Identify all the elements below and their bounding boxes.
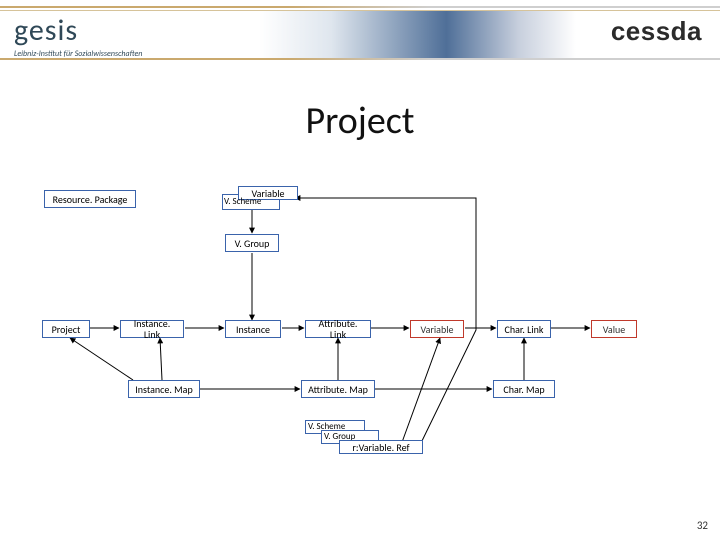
box-variable-vscheme-stack: Variable V. Scheme bbox=[222, 186, 298, 210]
box-variable-ref-cluster: V. Scheme V. Group r:Variable. Ref bbox=[305, 420, 425, 460]
box-attribute-link: Attribute. Link bbox=[305, 320, 371, 338]
cessda-logo: cessda bbox=[611, 16, 702, 47]
header-rule-top bbox=[0, 6, 720, 8]
box-instance-link: Instance. Link bbox=[120, 320, 184, 338]
box-char-map: Char. Map bbox=[493, 380, 555, 398]
box-value-red: Value bbox=[591, 320, 637, 338]
box-instance: Instance bbox=[225, 320, 281, 338]
box-vscheme-label: V. Scheme bbox=[224, 196, 261, 207]
slide-number: 32 bbox=[697, 519, 708, 532]
box-project: Project bbox=[42, 320, 90, 338]
box-char-link: Char. Link bbox=[497, 320, 551, 338]
gesis-logo-text: gesis bbox=[14, 12, 142, 49]
gesis-logo-subtitle: Leibniz-Institut für Sozialwissenschafte… bbox=[14, 49, 142, 59]
gesis-logo: gesis Leibniz-Institut für Sozialwissens… bbox=[14, 12, 142, 58]
cluster-variable-ref: r:Variable. Ref bbox=[339, 440, 423, 454]
box-instance-map: Instance. Map bbox=[128, 380, 200, 398]
header-bar: gesis Leibniz-Institut für Sozialwissens… bbox=[0, 0, 720, 68]
box-variable-red: Variable bbox=[410, 320, 464, 338]
slide-title: Project bbox=[0, 98, 720, 144]
box-resource-package: Resource. Package bbox=[44, 190, 136, 208]
box-v-group: V. Group bbox=[225, 234, 279, 252]
box-attribute-map: Attribute. Map bbox=[301, 380, 375, 398]
